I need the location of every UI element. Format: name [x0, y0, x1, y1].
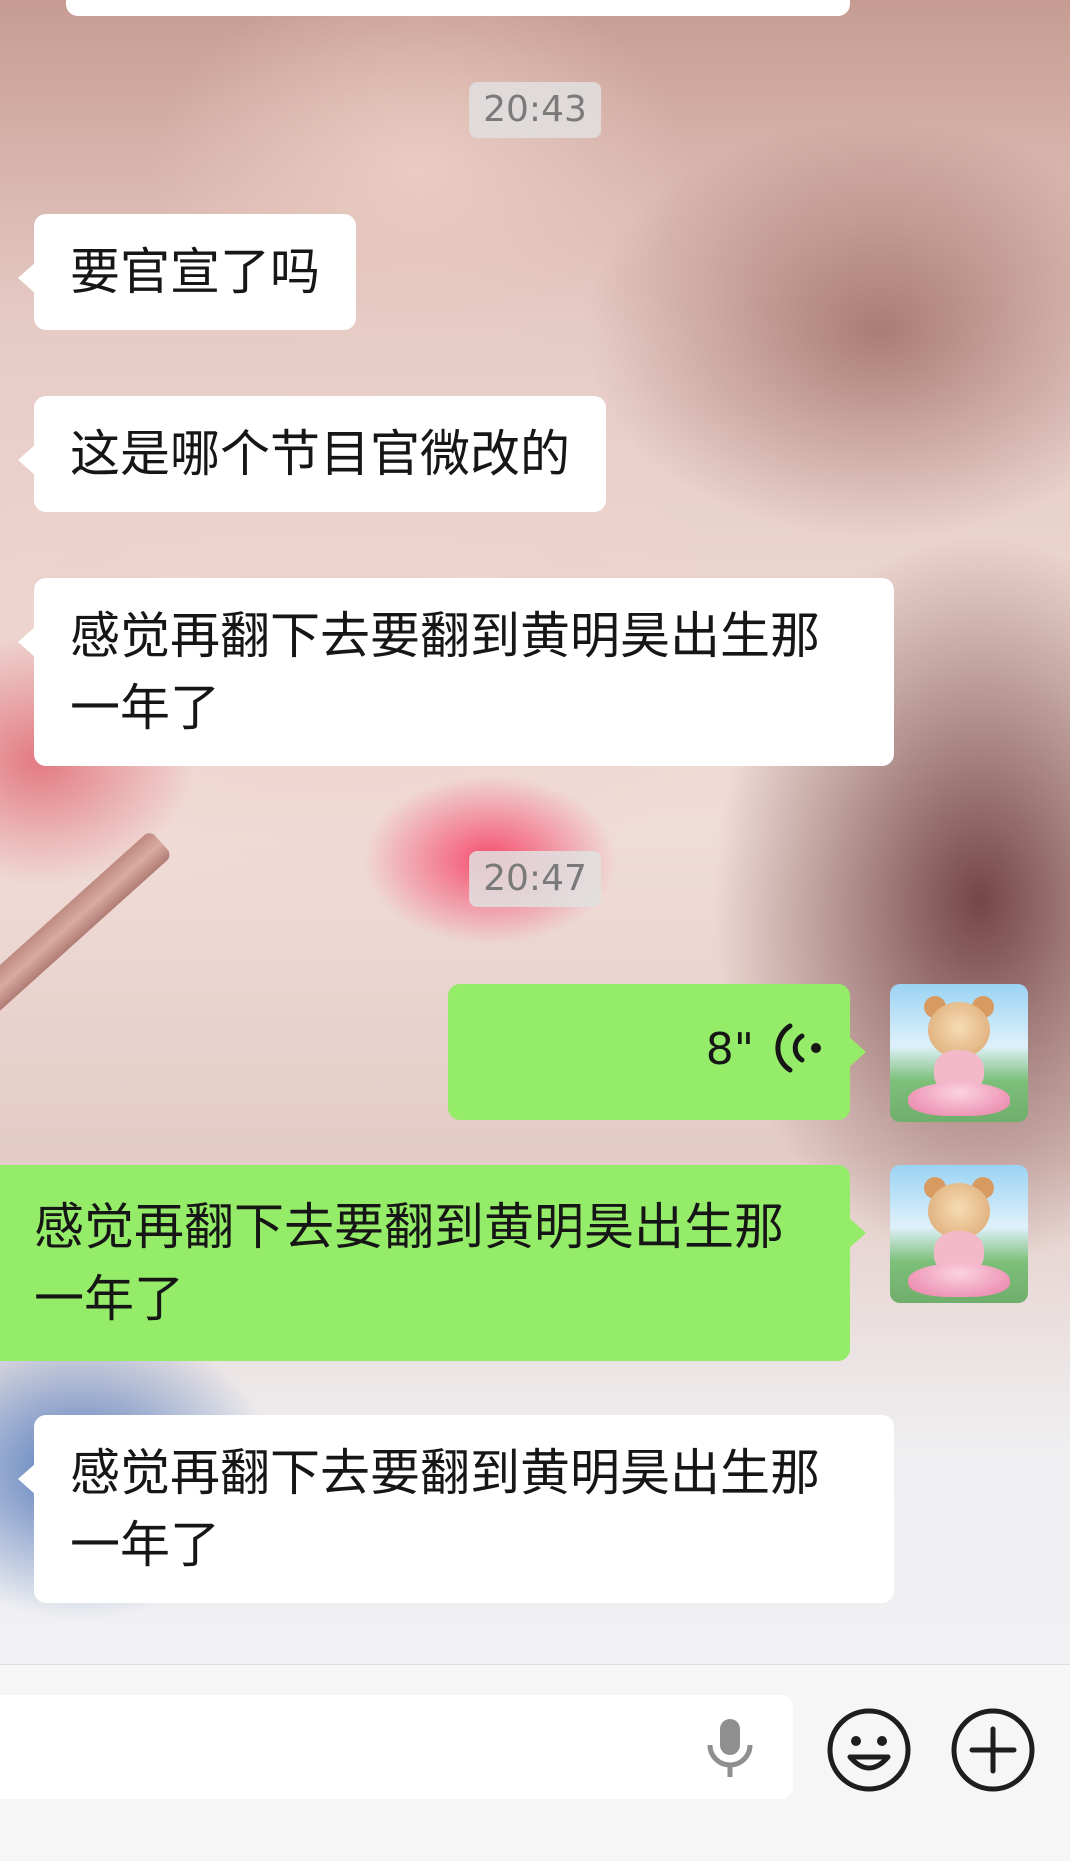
avatar[interactable] [890, 1165, 1028, 1303]
message-input[interactable] [0, 1695, 793, 1799]
message-bubble-incoming[interactable]: 感觉再翻下去要翻到黄明昊出生那一年了 [18, 1415, 894, 1603]
avatar[interactable] [890, 984, 1028, 1122]
timestamp: 20:43 [469, 82, 601, 138]
message-bubble-outgoing[interactable]: 感觉再翻下去要翻到黄明昊出生那一年了 [0, 1165, 866, 1361]
chat-screen: 20:43 要官宣了吗 这是哪个节目官微改的 感觉再翻下去要翻到黄明昊出生那一年… [0, 0, 1070, 1861]
message-bubble-incoming[interactable]: 感觉再翻下去要翻到黄明昊出生那一年了 [18, 578, 894, 766]
voice-wave-icon [775, 1023, 821, 1073]
message-bubble-incoming[interactable]: 这是哪个节目官微改的 [18, 396, 606, 512]
wallpaper-decoration [0, 830, 173, 1137]
timestamp: 20:47 [469, 851, 601, 907]
plus-circle-icon[interactable] [950, 1707, 1036, 1793]
message-bubble-partial[interactable] [66, 0, 850, 16]
voice-message-bubble[interactable]: 8" [448, 984, 866, 1120]
microphone-icon[interactable] [700, 1715, 760, 1781]
avatar-lotus [908, 1263, 1010, 1297]
avatar-lotus [908, 1082, 1010, 1116]
input-bar [0, 1664, 1070, 1861]
voice-duration: 8" [705, 1024, 754, 1075]
message-bubble-incoming[interactable]: 要官宣了吗 [18, 214, 356, 330]
smiley-face-icon[interactable] [826, 1707, 912, 1793]
